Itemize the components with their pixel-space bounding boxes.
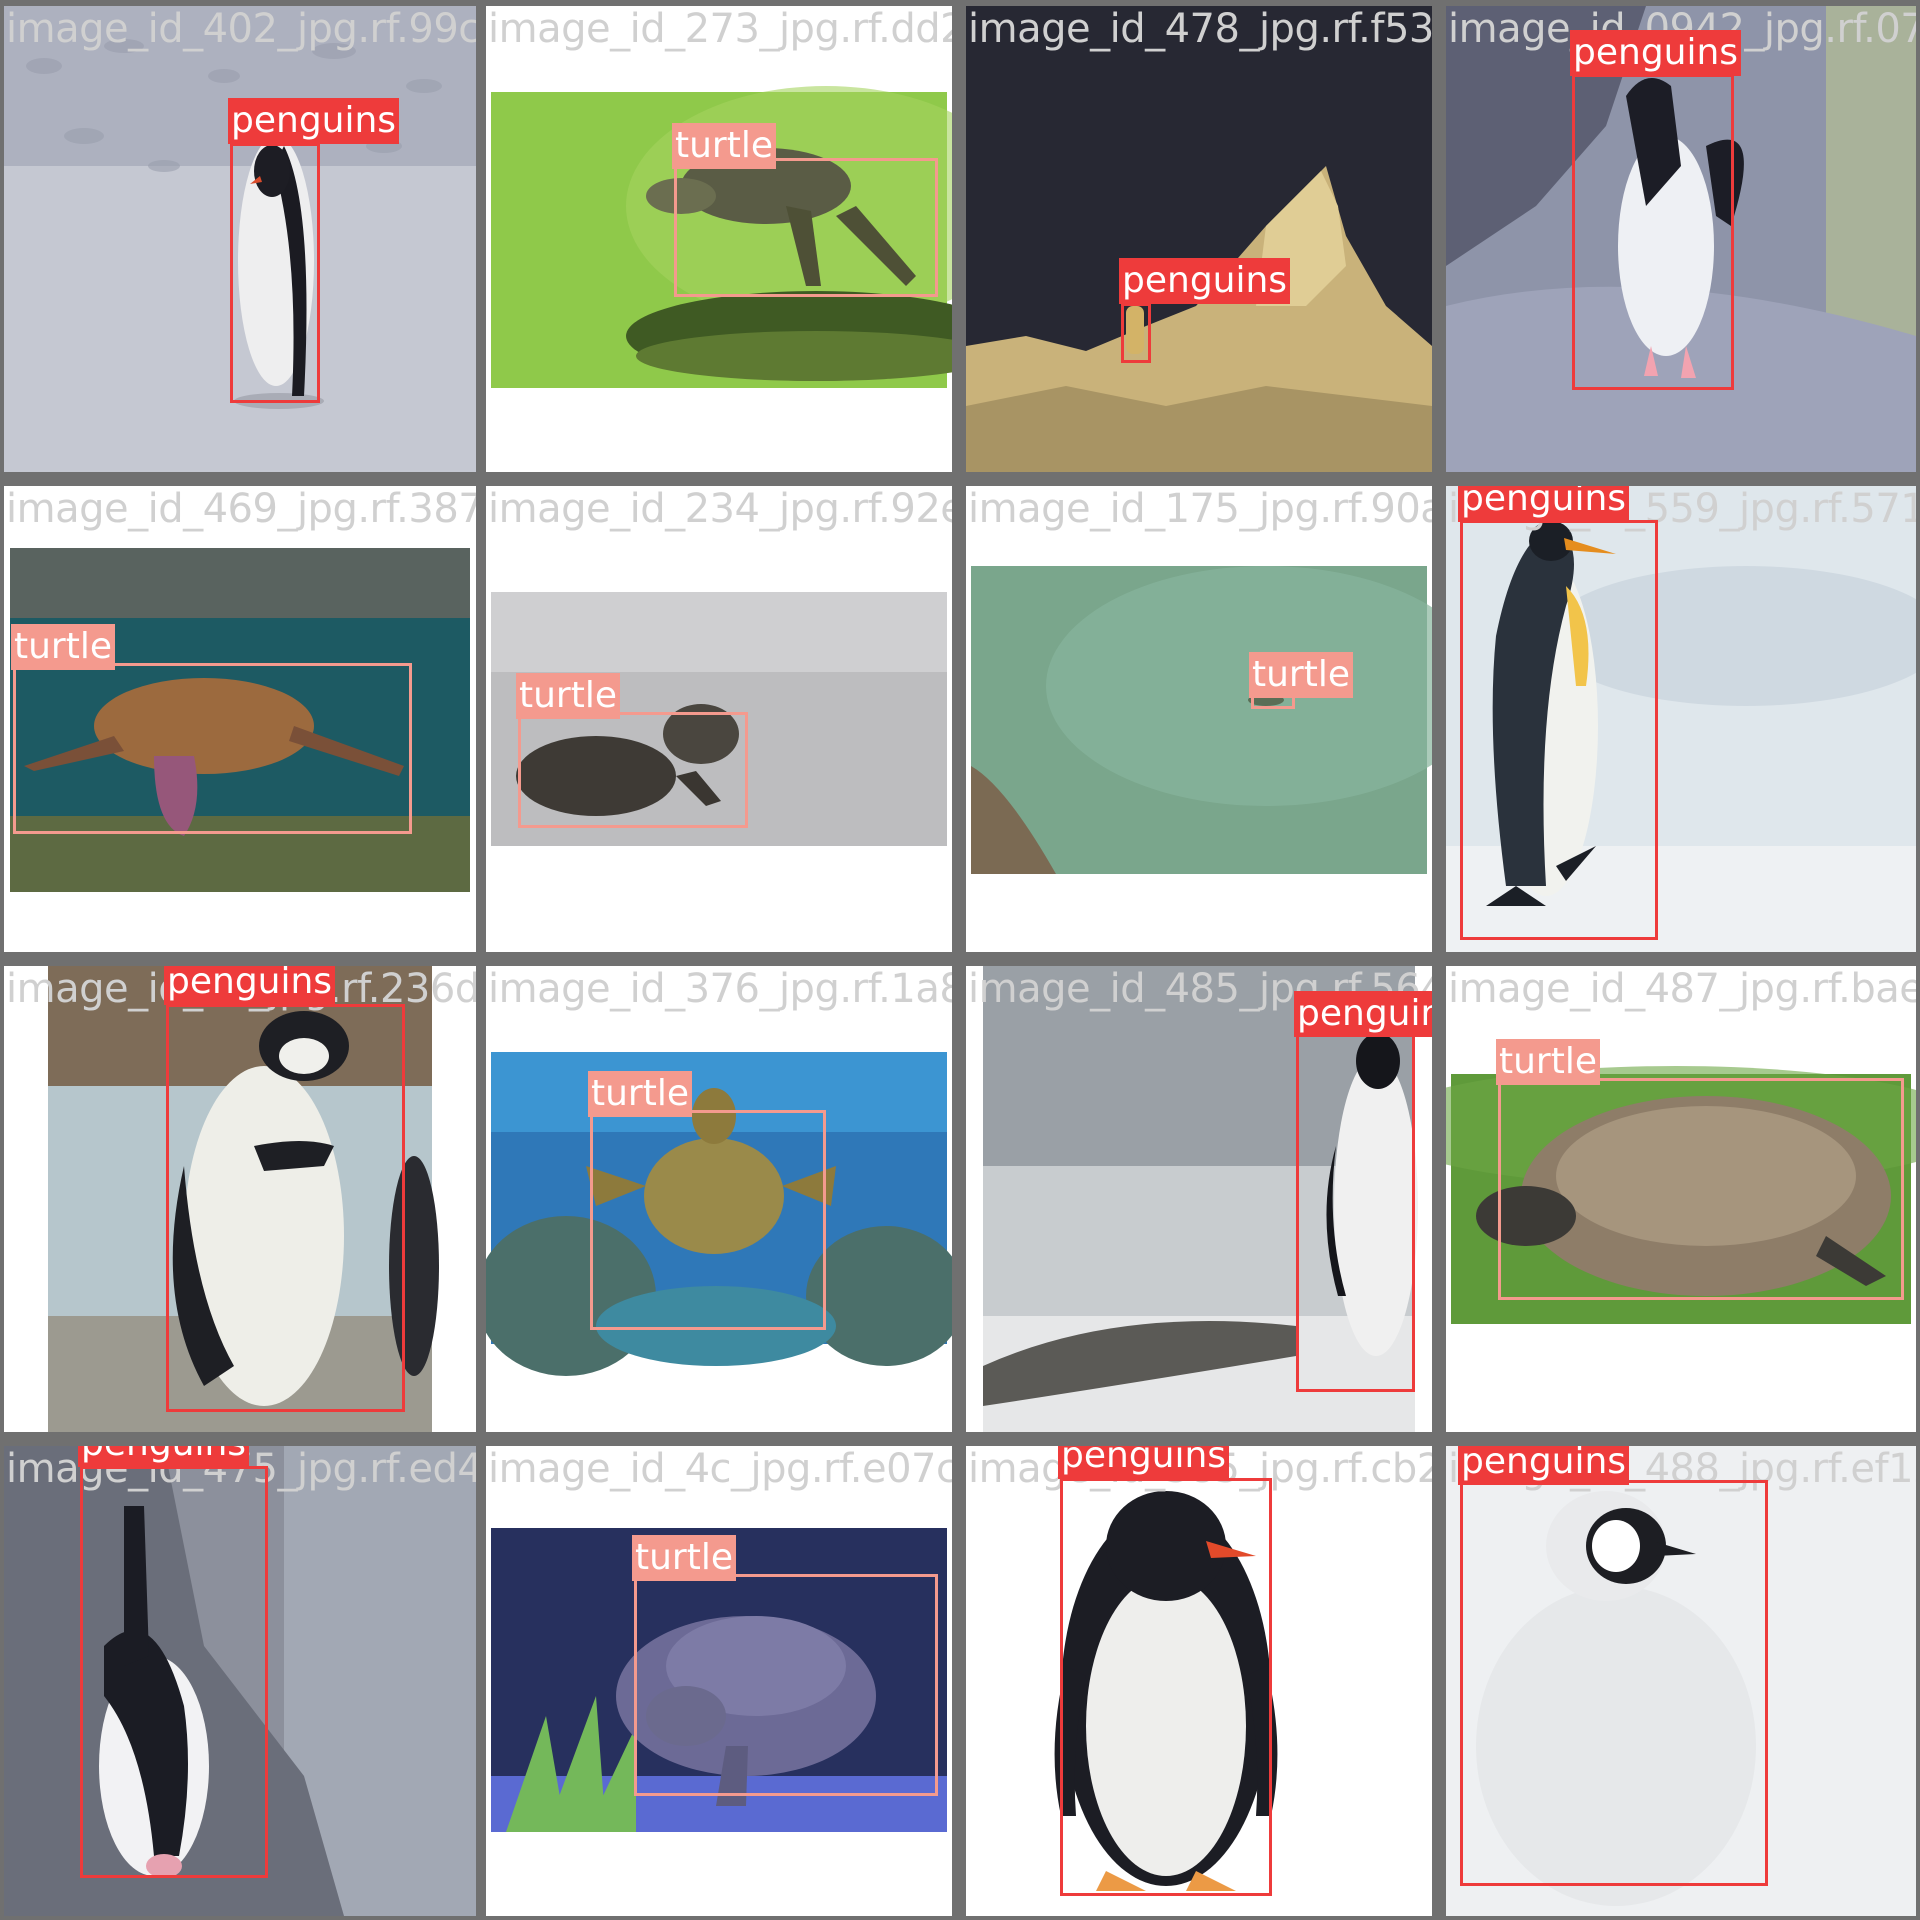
- bbox-turtle: [674, 158, 938, 297]
- tile-8[interactable]: image_id_559_jpg.rf.571a8c penguins: [1446, 486, 1916, 952]
- bbox-penguins: [1121, 303, 1151, 363]
- scene-shallow-water: [966, 486, 1432, 952]
- bbox-penguins: [230, 143, 320, 403]
- tile-13[interactable]: image_id_475_jpg.rf.ed490a penguins: [4, 1446, 476, 1916]
- class-label: turtle: [516, 673, 620, 719]
- tile-9[interactable]: image_id_1c_jpg.rf.236dad penguins: [4, 966, 476, 1432]
- tile-4[interactable]: image_id_0942_jpg.rf.076018 penguins: [1446, 6, 1916, 472]
- class-label: turtle: [632, 1535, 736, 1581]
- class-label: penguins: [1119, 258, 1291, 304]
- tile-5[interactable]: image_id_469_jpg.rf.387cd turtle: [4, 486, 476, 952]
- class-label: turtle: [1249, 652, 1353, 698]
- class-label: penguins: [1294, 991, 1432, 1037]
- class-label: penguins: [1458, 1446, 1630, 1485]
- class-label: turtle: [588, 1071, 692, 1117]
- class-label: penguins: [1458, 486, 1630, 522]
- bbox-penguins: [166, 1004, 405, 1412]
- class-label: penguins: [78, 1446, 250, 1467]
- bbox-turtle: [590, 1110, 826, 1330]
- tile-3[interactable]: image_id_478_jpg.rf.f53f43a penguins: [966, 6, 1432, 472]
- tile-15[interactable]: image_id_385_jpg.rf.cb2e37 penguins: [966, 1446, 1432, 1916]
- bbox-penguins: [1460, 1480, 1768, 1886]
- bbox-turtle: [13, 663, 412, 834]
- class-label: penguins: [164, 966, 336, 1005]
- class-label: turtle: [11, 624, 115, 670]
- scene-penguin-ice: [966, 6, 1432, 472]
- tile-2[interactable]: image_id_273_jpg.rf.dd245 turtle: [486, 6, 952, 472]
- tile-10[interactable]: image_id_376_jpg.rf.1a8aa turtle: [486, 966, 952, 1432]
- tile-11[interactable]: image_id_485_jpg.rf.5647 penguins: [966, 966, 1432, 1432]
- bbox-penguins: [1060, 1478, 1272, 1896]
- tile-16[interactable]: image_id_488_jpg.rf.ef1226 penguins: [1446, 1446, 1916, 1916]
- bbox-penguins: [1296, 1006, 1415, 1392]
- tile-7[interactable]: image_id_175_jpg.rf.90a784 turtle: [966, 486, 1432, 952]
- class-label: penguins: [228, 98, 400, 144]
- tile-14[interactable]: image_id_4c_jpg.rf.e07c04 turtle: [486, 1446, 952, 1916]
- tile-1[interactable]: image_id_402_jpg.rf.99c05b penguins: [4, 6, 476, 472]
- bbox-turtle: [1498, 1078, 1904, 1300]
- bbox-penguins: [1460, 520, 1658, 940]
- class-label: turtle: [672, 123, 776, 169]
- class-label: turtle: [1496, 1039, 1600, 1085]
- class-label: penguins: [1058, 1446, 1230, 1479]
- bbox-turtle: [634, 1574, 938, 1796]
- bbox-penguins: [1572, 74, 1734, 390]
- tile-6[interactable]: image_id_234_jpg.rf.92ec6 turtle: [486, 486, 952, 952]
- bbox-turtle: [518, 712, 748, 828]
- tile-12[interactable]: image_id_487_jpg.rf.baedb5 turtle: [1446, 966, 1916, 1432]
- class-label: penguins: [1570, 30, 1742, 76]
- bbox-penguins: [80, 1466, 268, 1878]
